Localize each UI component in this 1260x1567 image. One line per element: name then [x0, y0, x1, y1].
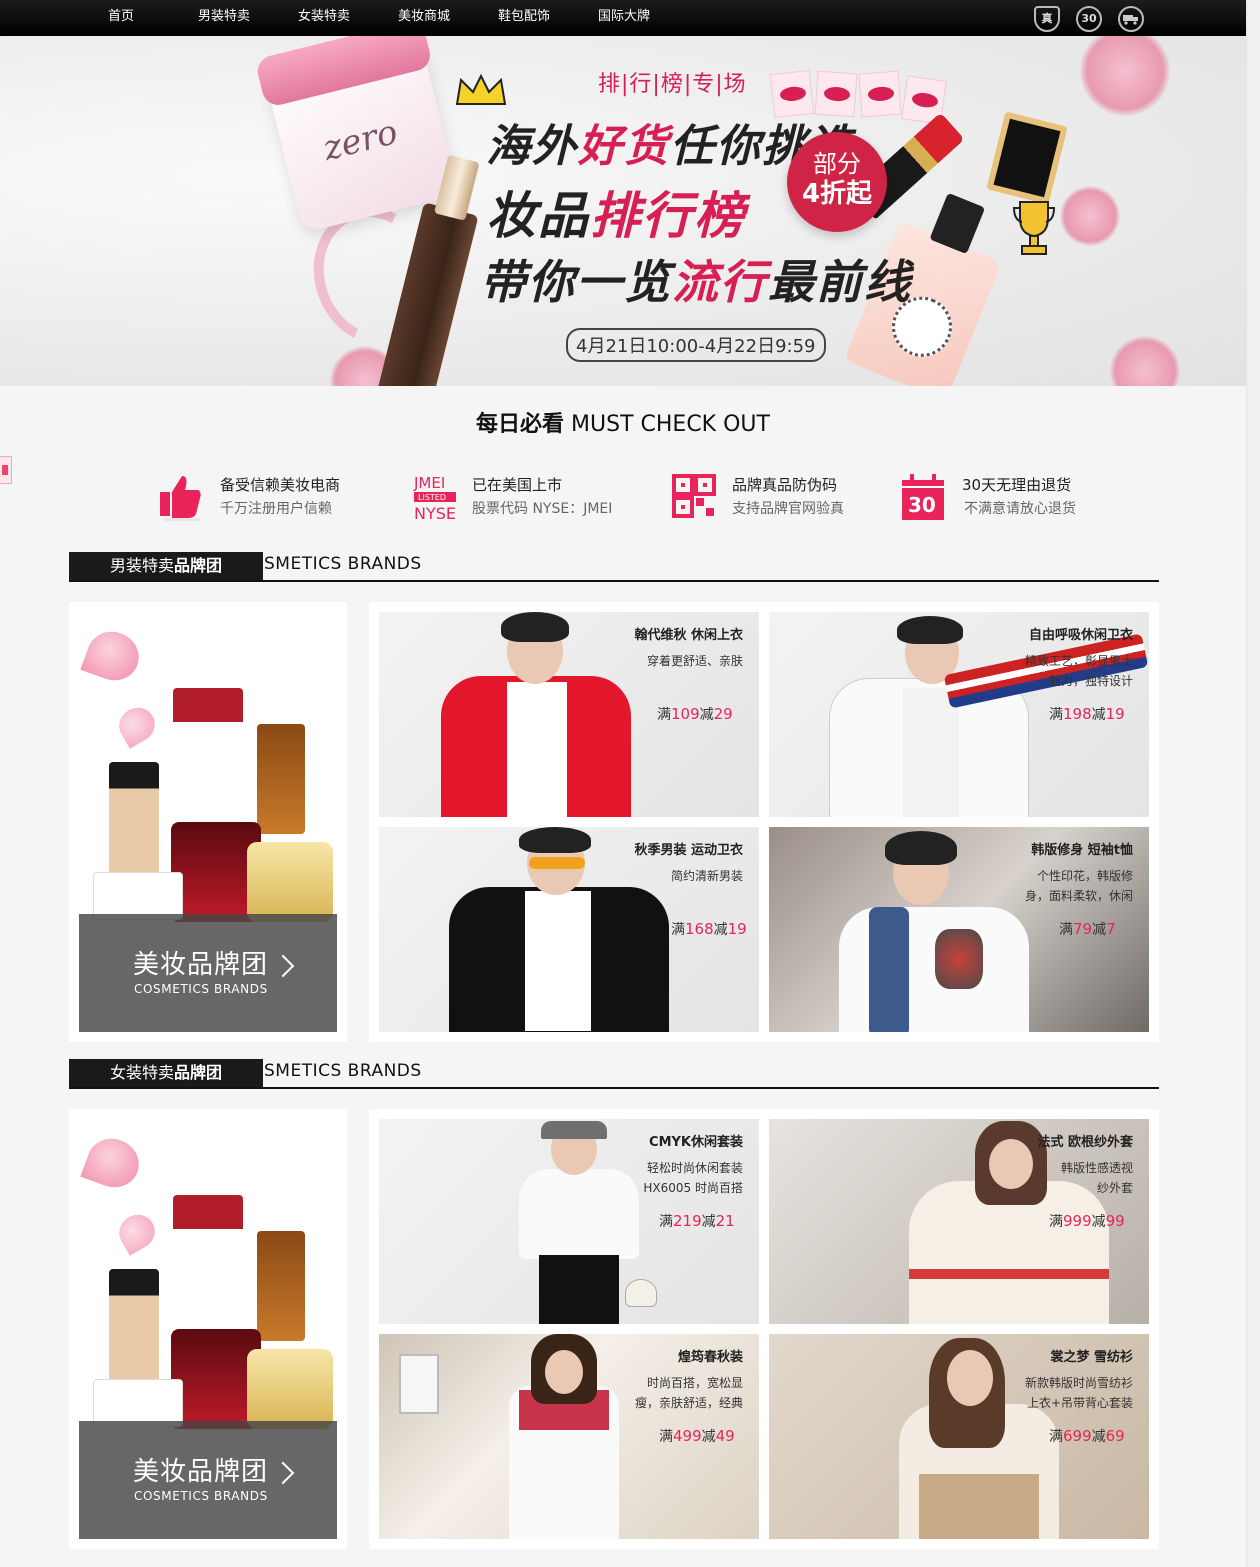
jar-label: zero [319, 112, 402, 169]
banner-line-3: 带你一览流行最前线 [480, 255, 912, 309]
product-card[interactable]: 韩版修身 短袖t恤 个性印花，韩版修 身，面料柔软，休闲 满79减7 [769, 827, 1149, 1032]
brand-title: 美妆品牌团 [133, 950, 269, 980]
section-header-menswear: 男装特卖品牌团 SMETICS BRANDS [69, 552, 1159, 582]
product-price: 满999减99 [1049, 1212, 1125, 1230]
brand-overlay: 美妆品牌团 COSMETICS BRANDS [79, 1421, 337, 1539]
svg-text:LISTED: LISTED [418, 493, 446, 502]
nav-home[interactable]: 首页 [108, 0, 134, 36]
product-price: 满499减49 [659, 1427, 735, 1445]
product-price: 满168减19 [671, 920, 747, 938]
flower-decoration [1060, 186, 1120, 246]
banner-line-2: 妆品排行榜 [486, 186, 746, 245]
page-scrollbar[interactable] [1246, 0, 1260, 1567]
product-title: 法式 欧根纱外套 [1037, 1135, 1133, 1150]
nav-womenswear[interactable]: 女装特卖 [298, 0, 350, 36]
product-price: 满198减19 [1049, 705, 1125, 723]
discount-circle: 部分 4折起 [787, 132, 887, 232]
thumbs-up-icon [160, 476, 201, 521]
svg-text:NYSE: NYSE [414, 504, 456, 522]
brand-subtitle: COSMETICS BRANDS [134, 1489, 268, 1503]
chevron-right-icon[interactable] [271, 1461, 295, 1485]
qr-code-icon [672, 474, 716, 518]
product-desc: 简约清新男装 [670, 869, 743, 883]
svg-text:JMEI: JMEI [413, 474, 445, 492]
product-title: 秋季男装 运动卫衣 [634, 843, 743, 858]
svg-text:30: 30 [908, 493, 936, 517]
product-title: 翰代维秋 休闲上衣 [634, 628, 743, 643]
product-grid-womenswear: CMYK休闲套装 轻松时尚休闲套装 HX6005 时尚百搭 满219减21 法式 … [369, 1109, 1159, 1549]
return-30-icon: 30 [1076, 6, 1102, 32]
nav-intl-brands[interactable]: 国际大牌 [598, 0, 650, 36]
hero-banner[interactable]: zero 排|行|榜|专|场 海外好货任你挑选 妆品排行榜 带你一览流行最前线 … [0, 36, 1246, 386]
product-title: 自由呼吸休闲卫衣 [1028, 628, 1133, 643]
product-card[interactable]: 自由呼吸休闲卫衣 精致工艺，彰显男士 魅力，独特设计 满198减19 [769, 612, 1149, 817]
brand-overlay: 美妆品牌团 COSMETICS BRANDS [79, 914, 337, 1032]
banner-date: 4月21日10:00-4月22日9:59 [566, 328, 826, 362]
nav-beauty[interactable]: 美妆商城 [398, 0, 450, 36]
product-price: 满219减21 [659, 1212, 735, 1230]
nav-shoes-bags[interactable]: 鞋包配饰 [498, 0, 550, 36]
trophy-icon [1012, 201, 1056, 255]
product-card[interactable]: 翰代维秋 休闲上衣 穿着更舒适、亲肤 满109减29 [379, 612, 759, 817]
top-nav: 首页 男装特卖 女装特卖 美妆商城 鞋包配饰 国际大牌 真 30 [0, 0, 1246, 36]
crown-icon [455, 74, 507, 105]
flower-decoration [1080, 36, 1170, 116]
product-card[interactable]: 秋季男装 运动卫衣 简约清新男装 满168减19 [379, 827, 759, 1032]
product-title: 韩版修身 短袖t恤 [1031, 843, 1133, 858]
brand-title: 美妆品牌团 [133, 1457, 269, 1487]
authentic-shield-icon: 真 [1034, 6, 1060, 32]
product-card[interactable]: 裳之梦 雪纺衫 新款韩版时尚雪纺衫 上衣+吊带背心套装 满699减69 [769, 1334, 1149, 1539]
product-price: 满699减69 [1049, 1427, 1125, 1445]
product-title: 裳之梦 雪纺衫 [1050, 1350, 1133, 1365]
section-subtitle: SMETICS BRANDS [264, 554, 422, 574]
cosmetics-image: 美妆品牌团 COSMETICS BRANDS [79, 1119, 337, 1539]
cosmetics-brand-card[interactable]: 美妆品牌团 COSMETICS BRANDS [69, 602, 347, 1042]
product-card[interactable]: CMYK休闲套装 轻松时尚休闲套装 HX6005 时尚百搭 满219减21 [379, 1119, 759, 1324]
nav-menswear[interactable]: 男装特卖 [198, 0, 250, 36]
product-title: 煌筠春秋装 [677, 1350, 743, 1365]
product-card[interactable]: 法式 欧根纱外套 韩版性感透视 纱外套 满999减99 [769, 1119, 1149, 1324]
section-tag: 女装特卖品牌团 [69, 1059, 263, 1087]
jmei-nyse-icon: JMEI LISTED NYSE [413, 474, 456, 522]
cosmetics-brand-card[interactable]: 美妆品牌团 COSMETICS BRANDS [69, 1109, 347, 1549]
product-desc: 穿着更舒适、亲肤 [646, 654, 743, 668]
flower-decoration [1110, 336, 1180, 386]
product-grid-menswear: 翰代维秋 休闲上衣 穿着更舒适、亲肤 满109减29 自由呼吸休闲卫衣 精致工艺… [369, 602, 1159, 1042]
product-title: CMYK休闲套装 [649, 1135, 743, 1150]
side-float-tab[interactable] [0, 456, 12, 484]
banner-subtitle: 排|行|榜|专|场 [598, 72, 747, 97]
must-check-title: 每日必看 MUST CHECK OUT [476, 412, 770, 437]
chevron-right-icon[interactable] [271, 954, 295, 978]
section-subtitle: SMETICS BRANDS [264, 1061, 422, 1081]
product-card[interactable]: 煌筠春秋装 时尚百搭，宽松显 瘦，亲肤舒适，经典 满499减49 [379, 1334, 759, 1539]
section-tag: 男装特卖品牌团 [69, 552, 263, 580]
brand-subtitle: COSMETICS BRANDS [134, 982, 268, 996]
product-price: 满79减7 [1059, 920, 1116, 938]
product-price: 满109减29 [657, 705, 733, 723]
delivery-truck-icon [1118, 6, 1144, 32]
cosmetics-image: 美妆品牌团 COSMETICS BRANDS [79, 612, 337, 1032]
calendar-30-icon: 30 [902, 474, 944, 520]
compact-image [986, 111, 1068, 205]
section-header-womenswear: 女装特卖品牌团 SMETICS BRANDS [69, 1059, 1159, 1089]
